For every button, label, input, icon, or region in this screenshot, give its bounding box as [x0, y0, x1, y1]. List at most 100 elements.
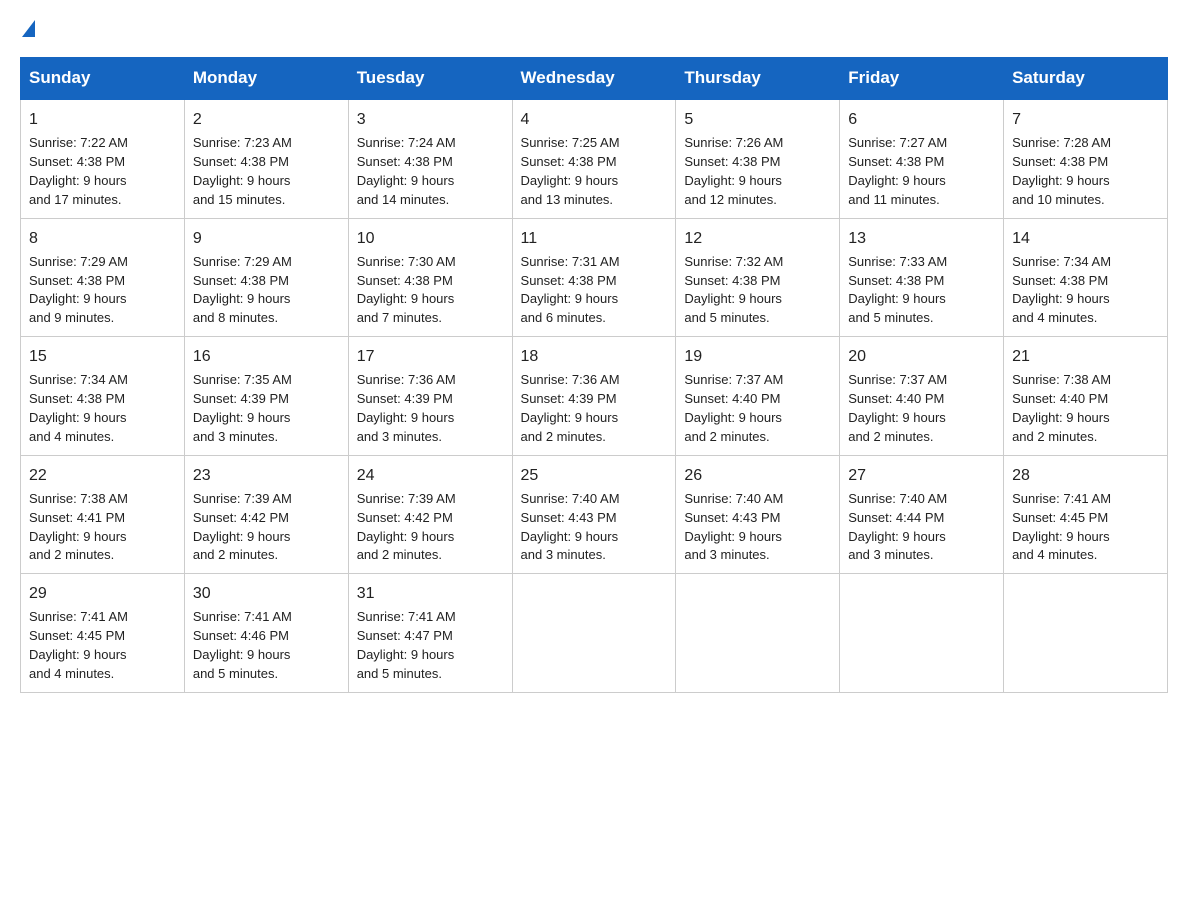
sunrise-info: Sunrise: 7:40 AM	[521, 490, 668, 509]
calendar-cell: 20 Sunrise: 7:37 AM Sunset: 4:40 PM Dayl…	[840, 337, 1004, 456]
sunrise-info: Sunrise: 7:40 AM	[848, 490, 995, 509]
sunrise-info: Sunrise: 7:41 AM	[193, 608, 340, 627]
daylight-minutes: and 2 minutes.	[1012, 428, 1159, 447]
daylight-info: Daylight: 9 hours	[357, 409, 504, 428]
sunset-info: Sunset: 4:38 PM	[193, 272, 340, 291]
day-number: 6	[848, 108, 995, 131]
day-number: 3	[357, 108, 504, 131]
calendar-cell	[840, 574, 1004, 693]
daylight-info: Daylight: 9 hours	[1012, 290, 1159, 309]
daylight-info: Daylight: 9 hours	[357, 528, 504, 547]
sunset-info: Sunset: 4:38 PM	[29, 153, 176, 172]
daylight-info: Daylight: 9 hours	[193, 290, 340, 309]
sunrise-info: Sunrise: 7:38 AM	[1012, 371, 1159, 390]
day-number: 18	[521, 345, 668, 368]
daylight-info: Daylight: 9 hours	[684, 528, 831, 547]
daylight-minutes: and 10 minutes.	[1012, 191, 1159, 210]
day-number: 31	[357, 582, 504, 605]
sunset-info: Sunset: 4:38 PM	[357, 272, 504, 291]
daylight-info: Daylight: 9 hours	[1012, 172, 1159, 191]
day-number: 9	[193, 227, 340, 250]
weekday-header-sunday: Sunday	[21, 58, 185, 100]
daylight-minutes: and 8 minutes.	[193, 309, 340, 328]
calendar-cell: 5 Sunrise: 7:26 AM Sunset: 4:38 PM Dayli…	[676, 99, 840, 218]
calendar-cell: 1 Sunrise: 7:22 AM Sunset: 4:38 PM Dayli…	[21, 99, 185, 218]
sunrise-info: Sunrise: 7:33 AM	[848, 253, 995, 272]
calendar-week-row: 22 Sunrise: 7:38 AM Sunset: 4:41 PM Dayl…	[21, 455, 1168, 574]
daylight-minutes: and 13 minutes.	[521, 191, 668, 210]
sunset-info: Sunset: 4:38 PM	[684, 272, 831, 291]
sunset-info: Sunset: 4:38 PM	[684, 153, 831, 172]
daylight-minutes: and 9 minutes.	[29, 309, 176, 328]
sunrise-info: Sunrise: 7:34 AM	[29, 371, 176, 390]
calendar-week-row: 1 Sunrise: 7:22 AM Sunset: 4:38 PM Dayli…	[21, 99, 1168, 218]
daylight-info: Daylight: 9 hours	[193, 646, 340, 665]
daylight-minutes: and 3 minutes.	[684, 546, 831, 565]
day-number: 25	[521, 464, 668, 487]
weekday-header-saturday: Saturday	[1004, 58, 1168, 100]
sunset-info: Sunset: 4:38 PM	[29, 272, 176, 291]
sunset-info: Sunset: 4:38 PM	[521, 272, 668, 291]
day-number: 21	[1012, 345, 1159, 368]
daylight-minutes: and 5 minutes.	[193, 665, 340, 684]
day-number: 19	[684, 345, 831, 368]
daylight-info: Daylight: 9 hours	[1012, 528, 1159, 547]
daylight-minutes: and 15 minutes.	[193, 191, 340, 210]
sunrise-info: Sunrise: 7:23 AM	[193, 134, 340, 153]
day-number: 8	[29, 227, 176, 250]
daylight-minutes: and 3 minutes.	[848, 546, 995, 565]
calendar-cell: 10 Sunrise: 7:30 AM Sunset: 4:38 PM Dayl…	[348, 218, 512, 337]
sunset-info: Sunset: 4:38 PM	[848, 272, 995, 291]
day-number: 5	[684, 108, 831, 131]
weekday-header-thursday: Thursday	[676, 58, 840, 100]
calendar-cell: 26 Sunrise: 7:40 AM Sunset: 4:43 PM Dayl…	[676, 455, 840, 574]
calendar-cell: 7 Sunrise: 7:28 AM Sunset: 4:38 PM Dayli…	[1004, 99, 1168, 218]
sunrise-info: Sunrise: 7:41 AM	[1012, 490, 1159, 509]
daylight-minutes: and 17 minutes.	[29, 191, 176, 210]
calendar-cell: 18 Sunrise: 7:36 AM Sunset: 4:39 PM Dayl…	[512, 337, 676, 456]
sunrise-info: Sunrise: 7:39 AM	[357, 490, 504, 509]
daylight-info: Daylight: 9 hours	[684, 172, 831, 191]
sunrise-info: Sunrise: 7:22 AM	[29, 134, 176, 153]
weekday-header-friday: Friday	[840, 58, 1004, 100]
day-number: 15	[29, 345, 176, 368]
weekday-header-monday: Monday	[184, 58, 348, 100]
sunrise-info: Sunrise: 7:24 AM	[357, 134, 504, 153]
logo	[20, 20, 35, 37]
sunrise-info: Sunrise: 7:39 AM	[193, 490, 340, 509]
day-number: 2	[193, 108, 340, 131]
sunrise-info: Sunrise: 7:41 AM	[357, 608, 504, 627]
daylight-minutes: and 2 minutes.	[684, 428, 831, 447]
day-number: 1	[29, 108, 176, 131]
daylight-info: Daylight: 9 hours	[29, 528, 176, 547]
calendar-cell: 13 Sunrise: 7:33 AM Sunset: 4:38 PM Dayl…	[840, 218, 1004, 337]
daylight-info: Daylight: 9 hours	[193, 409, 340, 428]
calendar-week-row: 29 Sunrise: 7:41 AM Sunset: 4:45 PM Dayl…	[21, 574, 1168, 693]
day-number: 26	[684, 464, 831, 487]
sunrise-info: Sunrise: 7:28 AM	[1012, 134, 1159, 153]
daylight-minutes: and 14 minutes.	[357, 191, 504, 210]
day-number: 20	[848, 345, 995, 368]
day-number: 24	[357, 464, 504, 487]
calendar-cell	[512, 574, 676, 693]
sunrise-info: Sunrise: 7:32 AM	[684, 253, 831, 272]
calendar-cell: 31 Sunrise: 7:41 AM Sunset: 4:47 PM Dayl…	[348, 574, 512, 693]
sunset-info: Sunset: 4:38 PM	[1012, 153, 1159, 172]
daylight-minutes: and 2 minutes.	[848, 428, 995, 447]
day-number: 28	[1012, 464, 1159, 487]
daylight-info: Daylight: 9 hours	[29, 172, 176, 191]
daylight-info: Daylight: 9 hours	[357, 646, 504, 665]
weekday-header-wednesday: Wednesday	[512, 58, 676, 100]
calendar-cell: 9 Sunrise: 7:29 AM Sunset: 4:38 PM Dayli…	[184, 218, 348, 337]
sunset-info: Sunset: 4:38 PM	[1012, 272, 1159, 291]
logo-arrow	[22, 20, 35, 37]
sunset-info: Sunset: 4:44 PM	[848, 509, 995, 528]
sunrise-info: Sunrise: 7:31 AM	[521, 253, 668, 272]
daylight-minutes: and 6 minutes.	[521, 309, 668, 328]
daylight-minutes: and 2 minutes.	[29, 546, 176, 565]
day-number: 16	[193, 345, 340, 368]
daylight-minutes: and 2 minutes.	[357, 546, 504, 565]
sunset-info: Sunset: 4:38 PM	[29, 390, 176, 409]
page-header	[20, 20, 1168, 37]
daylight-minutes: and 5 minutes.	[357, 665, 504, 684]
